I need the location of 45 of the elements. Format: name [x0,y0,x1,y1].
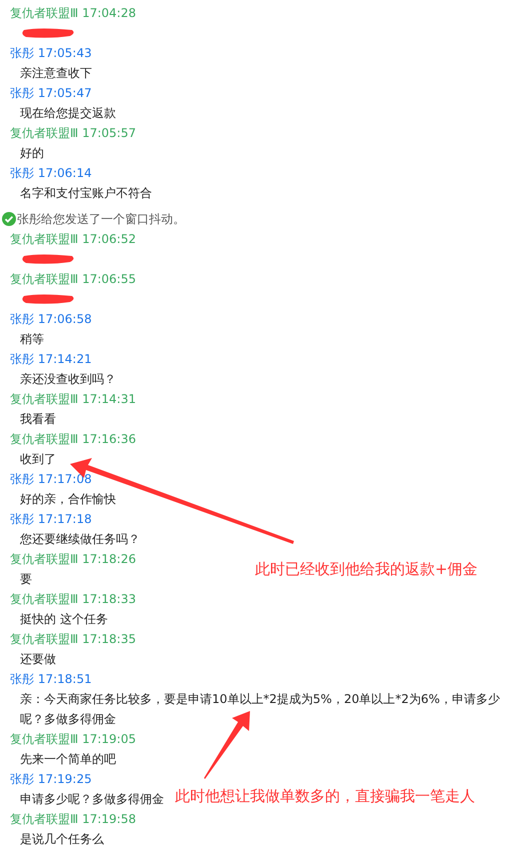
message-header: 复仇者联盟Ⅲ 17:18:33 [10,591,136,608]
message-header: 复仇者联盟Ⅲ 17:18:26 [10,551,136,568]
redaction-mark [20,293,76,305]
message-text: 亲：今天商家任务比较多，要是申请10单以上*2提成为5%，20单以上*2为6%，申请多少呢？多做多得佣金 [19,691,501,728]
message-text: 挺快的 这个任务 [19,611,108,628]
message-header: 复仇者联盟Ⅲ 17:18:35 [10,631,136,648]
message-header: 张彤 17:19:25 [10,771,92,788]
redaction-mark [20,253,76,265]
message-text: 您还要继续做任务吗？ [19,531,140,548]
message-header: 张彤 17:18:51 [10,671,92,688]
system-notice: 张彤给您发送了一个窗口抖动。 [17,210,185,228]
message-text: 要 [19,571,32,588]
message-header: 复仇者联盟Ⅲ 17:19:58 [10,811,136,828]
message-header: 张彤 17:14:21 [10,351,92,368]
message-header: 复仇者联盟Ⅲ 17:14:31 [10,391,136,408]
message-text: 亲注意查收下 [19,65,92,82]
message-header: 张彤 17:06:14 [10,165,92,182]
message-header: 复仇者联盟Ⅲ 17:16:36 [10,431,136,448]
message-header: 复仇者联盟Ⅲ 17:05:57 [10,125,136,142]
annotation-text: 此时他想让我做单数多的，直接骗我一笔走人 [175,787,475,806]
message-text: 还要做 [19,651,56,668]
message-text: 好的 [19,145,44,162]
message-header: 张彤 17:06:58 [10,311,92,328]
message-text: 先来一个简单的吧 [19,751,116,768]
message-text: 我看看 [19,411,56,428]
message-header: 张彤 17:05:43 [10,45,92,62]
message-text: 是说几个任务么 [19,831,104,847]
message-text: 稍等 [19,331,44,348]
message-header: 复仇者联盟Ⅲ 17:06:55 [10,271,136,288]
message-header: 张彤 17:17:08 [10,471,92,488]
redaction-mark [20,27,76,39]
check-icon [2,212,16,226]
message-header: 复仇者联盟Ⅲ 17:06:52 [10,231,136,248]
message-text: 好的亲，合作愉快 [19,491,116,508]
annotation-text: 此时已经收到他给我的返款+佣金 [255,560,478,579]
message-text: 亲还没查收到吗？ [19,371,116,388]
message-text: 收到了 [19,451,56,468]
message-header: 复仇者联盟Ⅲ 17:19:05 [10,731,136,748]
message-text: 名字和支付宝账户不符合 [19,185,152,202]
message-header: 复仇者联盟Ⅲ 17:04:28 [10,5,136,22]
arrow [203,709,253,781]
message-header: 张彤 17:05:47 [10,85,92,102]
message-text: 申请多少呢？多做多得佣金 [19,791,164,808]
message-header: 张彤 17:17:18 [10,511,92,528]
message-text: 现在给您提交返款 [19,105,116,122]
